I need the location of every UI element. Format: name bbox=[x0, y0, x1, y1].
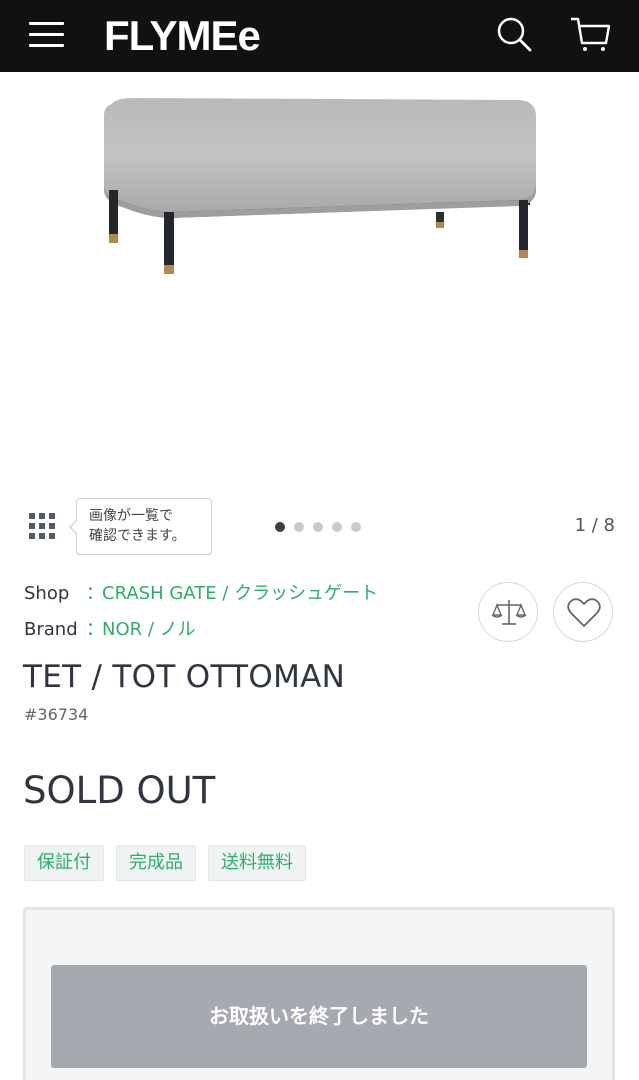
feature-tags: 保証付 完成品 送料無料 bbox=[24, 845, 306, 881]
brand-label: Brand bbox=[24, 619, 78, 640]
favorite-button[interactable] bbox=[553, 582, 613, 642]
product-title: TET / TOT OTTOMAN bbox=[23, 659, 346, 695]
grid-view-tooltip: 画像が一覧で 確認できます。 bbox=[69, 498, 212, 555]
compare-button[interactable] bbox=[478, 582, 538, 642]
carousel-dot-2[interactable] bbox=[294, 522, 304, 532]
shop-link[interactable]: CRASH GATE / クラッシュゲート bbox=[102, 583, 378, 604]
brand-separator: ： bbox=[86, 619, 104, 640]
scale-icon bbox=[491, 600, 527, 625]
tag-free-shipping: 送料無料 bbox=[208, 845, 306, 881]
sold-out-status: SOLD OUT bbox=[23, 769, 216, 812]
product-code: #36734 bbox=[24, 705, 89, 724]
tooltip-line-2: 確認できます。 bbox=[89, 528, 186, 544]
grid-view-icon[interactable] bbox=[29, 513, 57, 541]
ottoman-illustration bbox=[104, 98, 536, 274]
site-logo[interactable]: FLYMEe bbox=[104, 10, 261, 62]
cart-icon[interactable] bbox=[568, 14, 614, 54]
carousel-dot-1[interactable] bbox=[275, 522, 285, 532]
heart-icon bbox=[567, 598, 601, 627]
shop-separator: ： bbox=[86, 583, 104, 604]
carousel-dot-3[interactable] bbox=[313, 522, 323, 532]
top-header: FLYMEe bbox=[0, 0, 639, 72]
shop-row: Shop ：CRASH GATE / クラッシュゲート bbox=[24, 582, 378, 606]
carousel-dots bbox=[275, 522, 361, 532]
tag-assembled: 完成品 bbox=[116, 845, 196, 881]
tag-warranty: 保証付 bbox=[24, 845, 104, 881]
tooltip-line-1: 画像が一覧で bbox=[89, 508, 173, 524]
search-icon[interactable] bbox=[494, 14, 534, 54]
carousel-dot-4[interactable] bbox=[332, 522, 342, 532]
product-image[interactable] bbox=[0, 72, 639, 487]
discontinued-button: お取扱いを終了しました bbox=[51, 965, 587, 1068]
brand-link[interactable]: NOR / ノル bbox=[102, 619, 196, 640]
hamburger-menu-icon[interactable] bbox=[29, 22, 64, 48]
image-counter: 1 / 8 bbox=[574, 515, 615, 536]
brand-row: Brand ：NOR / ノル bbox=[24, 618, 196, 642]
shop-label: Shop bbox=[24, 583, 70, 604]
carousel-dot-5[interactable] bbox=[351, 522, 361, 532]
